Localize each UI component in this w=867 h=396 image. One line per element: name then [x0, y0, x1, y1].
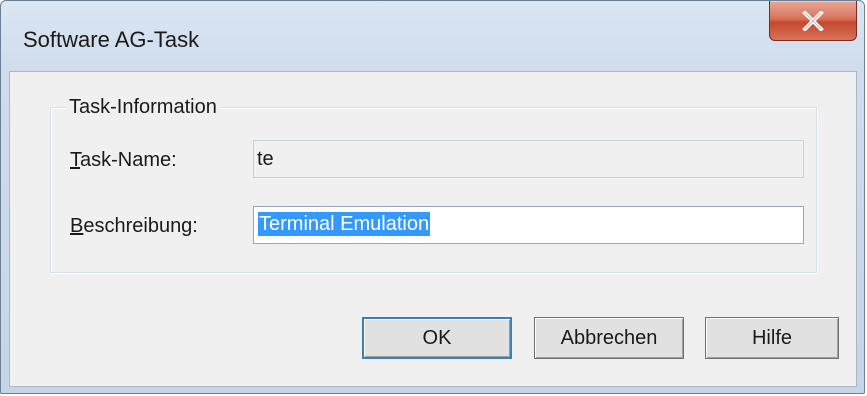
dialog-window: Software AG-Task Task-Information Task-N…	[0, 0, 865, 394]
ok-button[interactable]: OK	[362, 317, 512, 359]
task-information-groupbox	[50, 107, 817, 273]
dialog-client-area: Task-Information Task-Name: te Beschreib…	[9, 71, 857, 387]
task-name-mnemonic: T	[70, 149, 80, 171]
abbrechen-button[interactable]: Abbrechen	[534, 317, 684, 359]
close-button[interactable]	[769, 1, 857, 41]
title-bar[interactable]: Software AG-Task	[1, 1, 864, 71]
beschreibung-input[interactable]: Terminal Emulation	[253, 206, 804, 244]
task-name-field: te	[253, 140, 804, 178]
window-title: Software AG-Task	[23, 27, 200, 52]
beschreibung-label: Beschreibung:	[70, 214, 198, 238]
beschreibung-label-text: eschreibung:	[83, 215, 198, 237]
close-icon	[802, 11, 824, 31]
hilfe-button[interactable]: Hilfe	[705, 317, 839, 359]
beschreibung-selected-text: Terminal Emulation	[258, 212, 431, 236]
task-name-label: Task-Name:	[70, 148, 177, 172]
groupbox-legend: Task-Information	[66, 96, 220, 118]
task-name-label-text: ask-Name:	[80, 149, 177, 171]
beschreibung-mnemonic: B	[70, 215, 84, 237]
